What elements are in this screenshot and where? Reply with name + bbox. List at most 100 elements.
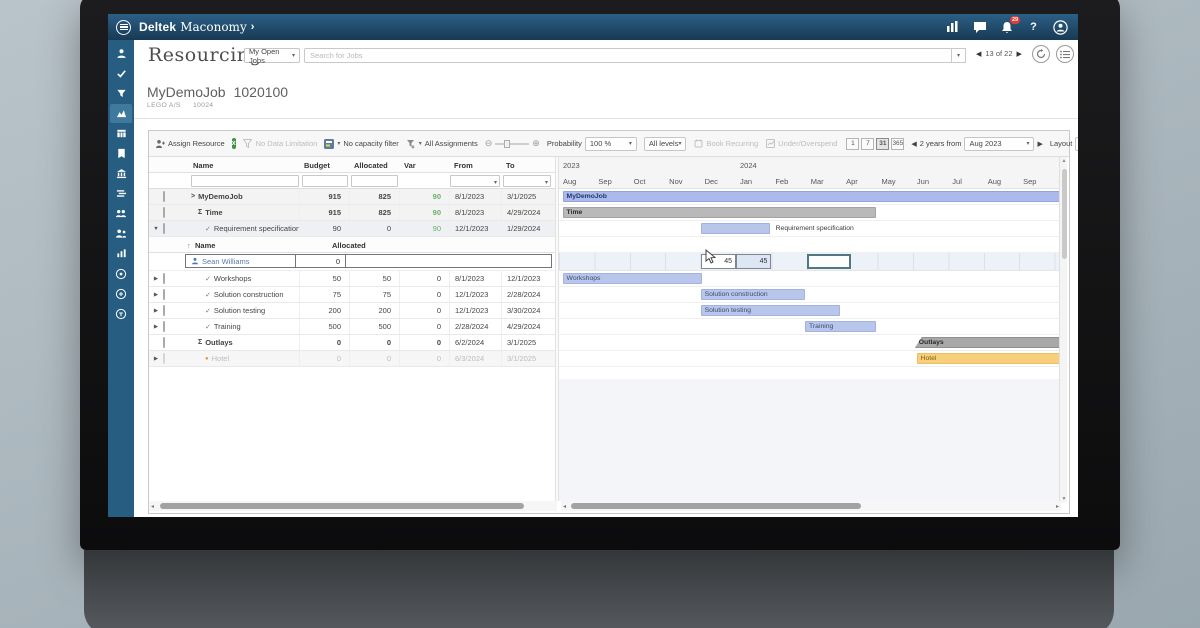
zoom-slider[interactable] [495, 143, 529, 145]
allocation-cell[interactable]: 45 [736, 254, 771, 269]
row-expander[interactable]: ▶ [149, 308, 163, 314]
col-name[interactable]: Name [193, 161, 213, 170]
col-budget[interactable]: Budget [304, 161, 330, 170]
assignments-filter-button[interactable]: ▾ All Assignments [406, 139, 478, 149]
scroll-left-icon[interactable]: ◂ [563, 503, 566, 510]
data-limitation-button[interactable]: No Data Limitation [243, 139, 318, 149]
allocation-cell-focused[interactable] [807, 254, 851, 269]
row-checkbox[interactable] [163, 191, 165, 202]
row-expander[interactable]: ▶ [149, 276, 163, 282]
gantt-bar[interactable] [563, 207, 876, 218]
row-expander[interactable]: ▶ [149, 324, 163, 330]
check-icon[interactable] [110, 64, 132, 83]
help-icon[interactable]: ? [1026, 20, 1041, 35]
row-checkbox[interactable] [163, 207, 165, 218]
analytics-icon[interactable] [110, 104, 132, 123]
resource-name-cell[interactable]: Sean Williams [186, 255, 296, 267]
gantt-bar[interactable] [701, 223, 770, 234]
table-row[interactable]: ▶✓Workshops505008/1/202312/1/2023 [149, 271, 555, 287]
range-select[interactable]: Aug 2023 ▾ [964, 137, 1034, 151]
row-checkbox[interactable] [163, 321, 165, 332]
finance-icon[interactable] [110, 164, 132, 183]
layers-icon[interactable] [110, 184, 132, 203]
pager-next-button[interactable]: ▶ [1017, 50, 1022, 58]
row-expander[interactable]: ▶ [149, 356, 163, 362]
refresh-button[interactable] [1032, 45, 1050, 63]
table-row[interactable]: ▶✓Solution testing200200012/1/20233/30/2… [149, 303, 555, 319]
notifications-icon[interactable]: 29 [999, 20, 1014, 35]
gantt-bar[interactable] [917, 353, 1059, 364]
range-next-button[interactable]: ▶ [1037, 140, 1042, 148]
under-overspend-button[interactable]: Under/Overspend [765, 139, 837, 149]
scroll-up-icon[interactable]: ▲ [1060, 158, 1068, 164]
menu-icon[interactable] [116, 20, 131, 35]
circle-e-icon[interactable] [110, 284, 132, 303]
range-prev-button[interactable]: ◀ [911, 140, 916, 148]
capacity-filter-button[interactable]: ▾ No capacity filter [324, 139, 398, 149]
resource-allocated-cell[interactable]: 0 [296, 255, 346, 267]
book-recurring-button[interactable]: Book Recurring [693, 139, 758, 149]
col-allocated[interactable]: Allocated [354, 161, 388, 170]
filter-name-input[interactable] [191, 175, 299, 187]
zoom-out-button[interactable]: ⊖ [485, 138, 493, 149]
row-checkbox[interactable] [163, 289, 165, 300]
jobs-filter-select[interactable]: My Open Jobs ▾ [244, 48, 300, 63]
chart-icon[interactable] [110, 244, 132, 263]
gantt-bar[interactable] [563, 191, 1059, 202]
excel-export-icon[interactable]: x [232, 138, 236, 149]
filter-budget-input[interactable] [302, 175, 348, 187]
user-icon[interactable] [110, 44, 132, 63]
view-toggle-365[interactable]: 365 [891, 138, 904, 150]
row-checkbox[interactable] [163, 305, 165, 316]
people-icon[interactable] [110, 224, 132, 243]
layout-select[interactable]: default ▾ [1075, 137, 1078, 151]
table-row[interactable]: ▼✓Requirement specification9009012/1/202… [149, 221, 555, 237]
col-to[interactable]: To [506, 161, 515, 170]
table-row[interactable]: ▶✓Solution construction7575012/1/20232/2… [149, 287, 555, 303]
table-row[interactable]: ▶✓Training50050002/28/20244/29/2024 [149, 319, 555, 335]
scroll-right-icon[interactable]: ▸ [1056, 503, 1059, 510]
chat-icon[interactable] [972, 20, 987, 35]
insights-icon[interactable] [945, 20, 960, 35]
row-expander[interactable]: ▼ [149, 226, 163, 232]
search-dropdown-icon[interactable]: ▾ [952, 48, 966, 63]
row-expander[interactable]: ▶ [149, 292, 163, 298]
search-input[interactable] [304, 48, 952, 63]
list-menu-button[interactable] [1056, 45, 1074, 63]
table-row[interactable]: ΣOutlays0006/2/20243/1/2025 [149, 335, 555, 351]
filter-icon[interactable] [110, 84, 132, 103]
circle-b-icon[interactable] [110, 264, 132, 283]
zoom-slider-thumb[interactable] [504, 140, 510, 148]
team-icon[interactable] [110, 204, 132, 223]
levels-select[interactable]: All levels ▾ [644, 137, 687, 151]
row-checkbox[interactable] [163, 337, 165, 348]
view-toggle-31[interactable]: 31 [876, 138, 889, 150]
probability-select[interactable]: 100 % ▾ [585, 137, 637, 151]
table-row[interactable]: ΣTime915825908/1/20234/29/2024 [149, 205, 555, 221]
account-icon[interactable] [1053, 20, 1068, 35]
circle-t-icon[interactable] [110, 304, 132, 323]
report-icon[interactable] [110, 144, 132, 163]
table-scroll-thumb[interactable] [160, 503, 524, 509]
table-horizontal-scrollbar[interactable]: ◂ [149, 501, 557, 511]
calendar-icon[interactable] [110, 124, 132, 143]
gantt-vertical-scrollbar[interactable]: ▲ ▼ [1059, 157, 1067, 503]
gantt-horizontal-scrollbar[interactable]: ◂ ▸ [561, 501, 1061, 511]
row-checkbox[interactable] [163, 353, 165, 364]
col-from[interactable]: From [454, 161, 473, 170]
row-checkbox[interactable] [163, 273, 165, 284]
vertical-scroll-thumb[interactable] [1062, 169, 1067, 259]
scroll-left-icon[interactable]: ◂ [151, 503, 154, 510]
allocation-grid-row[interactable]: 4545 [559, 253, 1059, 271]
filter-to-select[interactable]: ▾ [503, 175, 551, 187]
table-row[interactable]: >MyDemoJob915825908/1/20233/1/2025 [149, 189, 555, 205]
row-checkbox[interactable] [163, 223, 165, 234]
view-toggle-1[interactable]: 1 [846, 138, 859, 150]
pager-prev-button[interactable]: ◀ [976, 50, 981, 58]
filter-allocated-input[interactable] [351, 175, 398, 187]
col-var[interactable]: Var [404, 161, 416, 170]
zoom-in-button[interactable]: ⊕ [532, 138, 540, 149]
filter-from-select[interactable]: ▾ [450, 175, 500, 187]
allocation-row[interactable]: Sean Williams0 [149, 253, 555, 271]
view-toggle-7[interactable]: 7 [861, 138, 874, 150]
